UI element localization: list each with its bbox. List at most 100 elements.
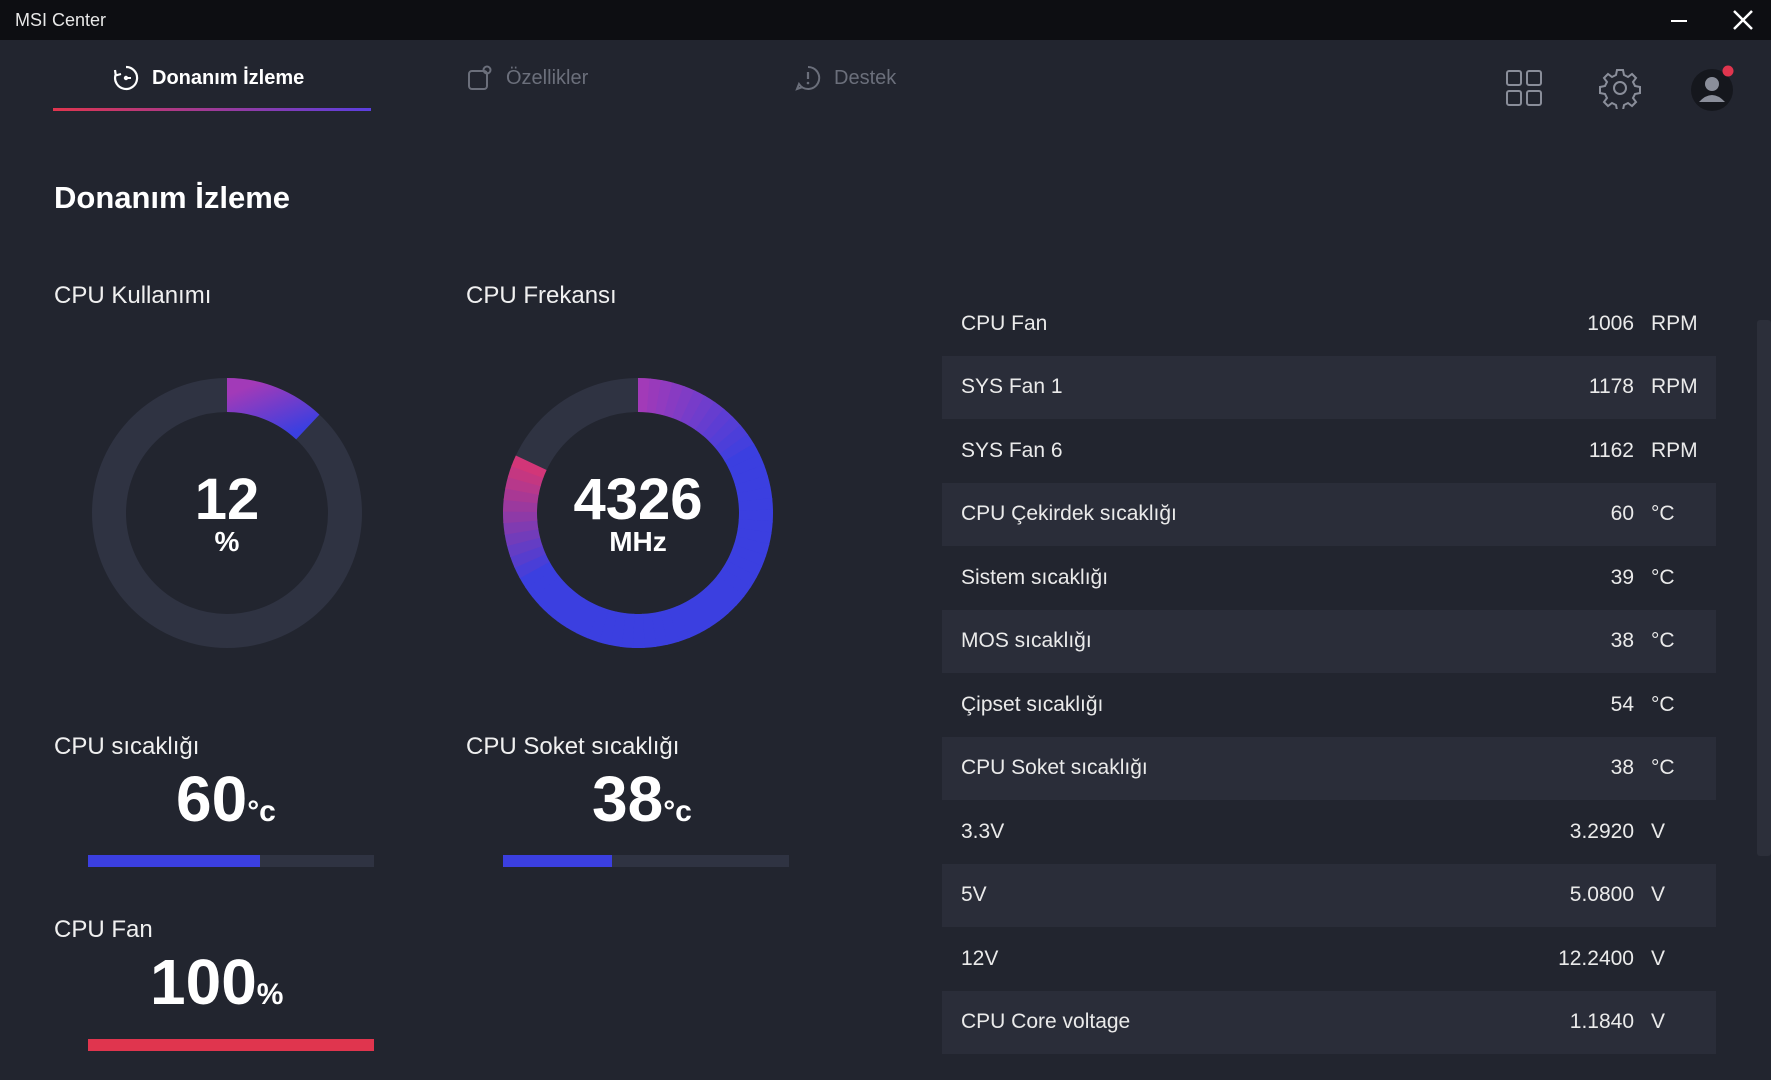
sensor-row: 3.3V 3.2920 V bbox=[942, 800, 1716, 864]
sensor-row: SYS Fan 1 1178 RPM bbox=[942, 355, 1716, 419]
tab-features[interactable]: Özellikler bbox=[466, 58, 588, 110]
cpu-freq-arc-segment bbox=[620, 613, 635, 648]
sensor-name: CPU Çekirdek sıcaklığı bbox=[961, 502, 1177, 526]
socket-temp-readout: 38°c bbox=[592, 762, 692, 836]
sensor-unit: V bbox=[1651, 946, 1666, 970]
socket-temp-bar-fill bbox=[503, 855, 612, 867]
sensor-unit: °C bbox=[1651, 692, 1675, 716]
user-avatar-button[interactable] bbox=[1688, 64, 1736, 112]
sensor-name: CPU Fan bbox=[961, 311, 1048, 335]
cpu-freq-arc-segment bbox=[576, 602, 601, 639]
cpu-usage-gauge: 12 % bbox=[92, 378, 362, 648]
cpu-freq-arc-segment bbox=[698, 587, 729, 622]
settings-button[interactable] bbox=[1596, 64, 1644, 112]
cpu-freq-arc-segment bbox=[701, 408, 734, 442]
cpu-temp-label: CPU sıcaklığı bbox=[54, 733, 200, 760]
cpu-freq-arc-segment bbox=[694, 401, 725, 436]
user-avatar-icon bbox=[1691, 65, 1734, 111]
sensor-row: 5V 5.0800 V bbox=[942, 863, 1716, 927]
support-icon bbox=[794, 58, 822, 98]
grid-view-icon bbox=[1506, 70, 1542, 106]
cpu-freq-arc-segment bbox=[667, 606, 690, 643]
active-tab-indicator bbox=[53, 108, 371, 111]
cpu-freq-arc-segment bbox=[566, 598, 593, 634]
cpu-usage-arc bbox=[226, 378, 320, 440]
cpu-freq-arc-segment bbox=[539, 581, 572, 615]
cpu-freq-arc-segment bbox=[608, 611, 626, 648]
cpu-freq-arc-segment bbox=[671, 385, 696, 422]
cpu-freq-arc-segment bbox=[597, 609, 618, 646]
sensor-row: Çipset sıcaklığı 54 °C bbox=[942, 673, 1716, 737]
cpu-freq-arc-segment bbox=[547, 587, 579, 622]
sensor-value: 1162 bbox=[1588, 438, 1634, 462]
sensor-name: CPU Soket sıcaklığı bbox=[961, 756, 1148, 780]
sensor-unit: V bbox=[1651, 819, 1666, 843]
sensor-row: SYS Fan 6 1162 RPM bbox=[942, 419, 1716, 483]
sensor-unit: RPM bbox=[1651, 375, 1698, 399]
settings-gear-icon bbox=[1599, 69, 1641, 109]
cpu-freq-arc-segment bbox=[637, 378, 651, 413]
cpu-freq-gauge: 4326 MHz bbox=[503, 378, 773, 648]
sensor-value: 38 bbox=[1610, 756, 1634, 780]
scrollbar[interactable] bbox=[1757, 320, 1771, 856]
socket-temp-label: CPU Soket sıcaklığı bbox=[466, 733, 680, 760]
cpu-freq-arc-segment bbox=[650, 611, 668, 647]
cpu-freq-unit: MHz bbox=[609, 526, 667, 557]
sensor-value: 3.2920 bbox=[1569, 819, 1634, 843]
minimize-icon bbox=[1671, 20, 1687, 22]
sensor-name: 3.3V bbox=[961, 819, 1005, 843]
sensor-unit: °C bbox=[1651, 565, 1675, 589]
grid-view-button[interactable] bbox=[1500, 64, 1548, 112]
sensor-name: Çipset sıcaklığı bbox=[961, 692, 1104, 716]
sensor-value: 39 bbox=[1610, 565, 1634, 589]
cpu-freq-arc-segment bbox=[514, 552, 550, 579]
sensor-row: CPU Çekirdek sıcaklığı 60 °C bbox=[942, 482, 1716, 546]
cpu-freq-arc-segment bbox=[708, 416, 742, 448]
cpu-temp-value: 60 bbox=[176, 763, 248, 835]
sensor-unit: RPM bbox=[1651, 438, 1698, 462]
tab-label: Destek bbox=[834, 67, 897, 89]
close-button[interactable] bbox=[1715, 0, 1771, 40]
cpu-usage-value: 12 bbox=[194, 467, 260, 532]
cpu-freq-arc-segment bbox=[519, 560, 555, 589]
cpu-freq-arc-segment bbox=[659, 609, 679, 645]
cpu-freq-label: CPU Frekansı bbox=[466, 282, 617, 309]
cpu-temp-unit: °c bbox=[247, 795, 276, 828]
cpu-freq-arc-segment bbox=[704, 581, 737, 614]
cpu-freq-arc-segment bbox=[586, 606, 609, 643]
sensor-unit: RPM bbox=[1651, 311, 1698, 335]
sensor-value: 1006 bbox=[1587, 311, 1634, 335]
sensor-value: 60 bbox=[1610, 502, 1634, 526]
sensor-unit: V bbox=[1651, 883, 1666, 907]
cpu-usage-unit: % bbox=[214, 526, 240, 557]
cpu-fan-readout: 100% bbox=[150, 945, 283, 1019]
cpu-freq-arc-segment bbox=[641, 613, 657, 648]
sensor-row: MOS sıcaklığı 38 °C bbox=[942, 609, 1716, 673]
sensor-name: SYS Fan 1 bbox=[961, 375, 1063, 399]
cpu-freq-value: 4326 bbox=[573, 467, 703, 532]
cpu-freq-arc-segment bbox=[726, 552, 763, 578]
sensor-value: 12.2400 bbox=[1558, 946, 1634, 970]
sensor-name: MOS sıcaklığı bbox=[961, 629, 1092, 653]
cpu-freq-arc-segment bbox=[655, 379, 674, 416]
sensor-name: Sistem sıcaklığı bbox=[961, 565, 1109, 589]
cpu-fan-label: CPU Fan bbox=[54, 916, 153, 943]
socket-temp-unit: °c bbox=[663, 795, 692, 828]
cpu-freq-arc-segment bbox=[722, 560, 758, 588]
page-title: Donanım İzleme bbox=[54, 180, 290, 215]
cpu-freq-arc-segment bbox=[691, 593, 720, 628]
sensor-value: 54 bbox=[1610, 692, 1634, 716]
sensor-row: 12V 12.2400 V bbox=[942, 927, 1716, 991]
minimize-button[interactable] bbox=[1651, 0, 1707, 40]
sensor-row: Sistem sıcaklığı 39 °C bbox=[942, 546, 1716, 610]
cpu-fan-unit: % bbox=[256, 978, 284, 1011]
cpu-freq-arc-segment bbox=[724, 443, 760, 470]
features-icon bbox=[466, 58, 494, 98]
sensor-value: 5.0800 bbox=[1569, 883, 1634, 907]
cpu-freq-arc-segment bbox=[683, 598, 711, 634]
sensor-value: 1.1840 bbox=[1569, 1010, 1634, 1034]
sensor-name: CPU Core voltage bbox=[961, 1010, 1131, 1034]
tab-hardware-monitor[interactable]: Donanım İzleme bbox=[112, 58, 304, 110]
tab-label: Özellikler bbox=[506, 67, 589, 89]
tab-support[interactable]: Destek bbox=[794, 58, 896, 110]
